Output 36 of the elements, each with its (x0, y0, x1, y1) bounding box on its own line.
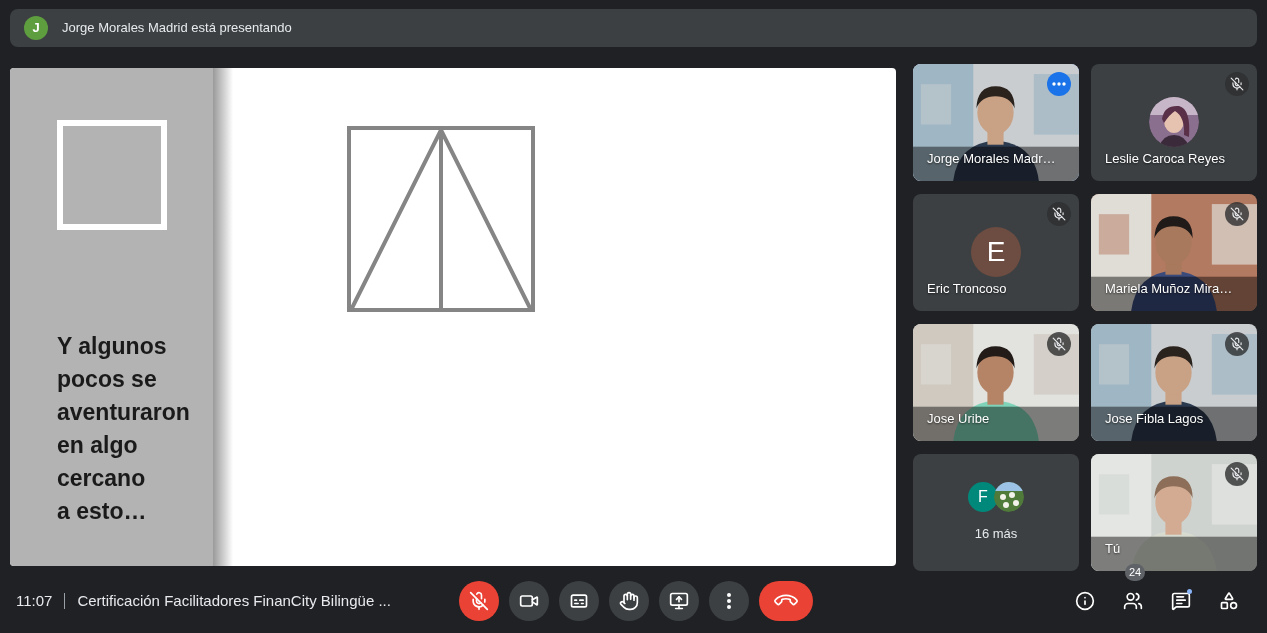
participant-tile[interactable]: E Eric Troncoso (913, 194, 1079, 311)
banner-text: Jorge Morales Madrid está presentando (62, 19, 292, 38)
people-icon (1123, 591, 1143, 611)
participant-tile[interactable]: Jose Uribe (913, 324, 1079, 441)
microphone-button[interactable] (459, 581, 500, 621)
present-button[interactable] (659, 581, 700, 621)
more-participants-tile[interactable]: F 16 más (913, 454, 1079, 571)
participant-name: Leslie Caroca Reyes (1105, 149, 1225, 168)
participant-avatar: E (971, 227, 1021, 277)
activities-icon (1219, 591, 1239, 611)
participant-avatar: F (968, 481, 998, 512)
slide-text: Y algunos pocos se aventuraron en algo cercano a esto… (57, 332, 191, 526)
chat-icon (1171, 591, 1191, 611)
presenter-avatar: J (24, 16, 48, 40)
microphone-icon (469, 591, 490, 611)
more-count: 16 más (974, 524, 1018, 543)
participant-tile[interactable]: Jose Fibla Lagos (1091, 324, 1257, 441)
participant-tile[interactable]: Leslie Caroca Reyes (1091, 64, 1257, 181)
captions-icon (569, 591, 590, 611)
participant-name: Tú (1105, 539, 1121, 558)
participant-name: Jose Fibla Lagos (1105, 409, 1204, 428)
more-options-button[interactable] (709, 581, 750, 621)
raise-hand-icon (619, 591, 640, 611)
meeting-time: 11:07 (16, 590, 53, 611)
present-icon (669, 591, 690, 611)
captions-button[interactable] (559, 581, 600, 621)
participant-count-badge: 24 (1125, 564, 1146, 581)
ellipsis-icon (1052, 82, 1066, 86)
more-options-icon (727, 593, 732, 609)
participant-name: Jose Uribe (927, 409, 990, 428)
participant-name: Eric Troncoso (927, 279, 1007, 298)
hang-up-button[interactable] (759, 581, 814, 621)
camera-button[interactable] (509, 581, 550, 621)
info-icon (1075, 591, 1095, 611)
meeting-title: Certificación Facilitadores FinanCity Bilingüe ... (77, 590, 392, 611)
raise-hand-button[interactable] (609, 581, 650, 621)
